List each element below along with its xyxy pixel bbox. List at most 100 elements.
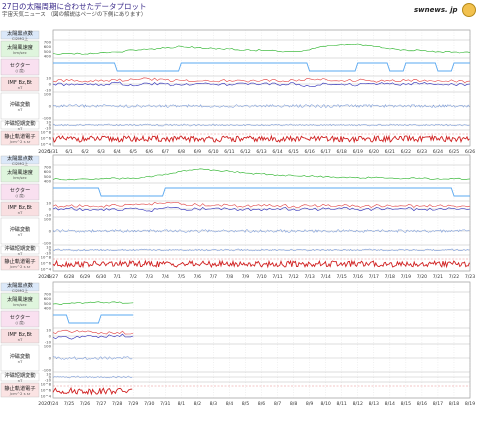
row-sublabel-sector: (/ 度) xyxy=(15,68,25,73)
row-sublabel-sector: (/ 度) xyxy=(15,193,25,198)
series-line-electron xyxy=(52,259,470,269)
x-tick-label: 7/3 xyxy=(146,274,153,280)
year-label: 2020 xyxy=(38,274,50,280)
x-tick-label: 8/16 xyxy=(417,401,427,407)
y-tick-electron: 10^4 xyxy=(41,394,52,399)
y-tick-wind: 400 xyxy=(44,306,52,311)
x-tick-label: 8/3 xyxy=(210,401,217,407)
x-tick-label: 7/8 xyxy=(226,274,233,280)
x-tick-label: 8/13 xyxy=(369,401,379,407)
x-tick-label: 7/5 xyxy=(178,274,185,280)
row-sublabel-wind: km/sec xyxy=(13,175,27,180)
y-tick-electron: 10^8 xyxy=(41,130,52,135)
x-tick-label: 6/7 xyxy=(162,149,169,155)
series-line-sector xyxy=(53,187,470,197)
y-tick-xray: 100 xyxy=(44,344,52,349)
row-sublabel-wind: km/sec xyxy=(13,302,27,307)
x-tick-label: 6/15 xyxy=(288,149,298,155)
y-tick-wind: 400 xyxy=(44,179,52,184)
x-tick-label: 6/1 xyxy=(65,149,72,155)
row-sublabel-electron: /cm^2 s sr xyxy=(10,264,31,269)
y-tick-wind: 400 xyxy=(44,54,52,59)
year-label: 2020 xyxy=(38,401,50,407)
series-line-imf_bt xyxy=(52,77,471,83)
x-tick-label: 6/9 xyxy=(194,149,201,155)
x-tick-label: 7/27 xyxy=(96,401,106,407)
x-tick-label: 7/17 xyxy=(369,274,379,280)
series-line-sector xyxy=(53,314,134,324)
x-tick-label: 8/18 xyxy=(449,401,459,407)
x-tick-label: 6/28 xyxy=(64,274,74,280)
y-tick-xray: 0 xyxy=(49,104,52,109)
series-line-electron xyxy=(52,134,470,144)
x-tick-label: 6/21 xyxy=(385,149,395,155)
x-tick-label: 8/11 xyxy=(337,401,347,407)
x-tick-label: 8/8 xyxy=(290,401,297,407)
x-tick-label: 8/5 xyxy=(242,401,249,407)
y-tick-electron: 10^4 xyxy=(41,267,52,272)
x-tick-label: 7/18 xyxy=(385,274,395,280)
x-tick-label: 7/2 xyxy=(129,274,136,280)
x-tick-label: 6/18 xyxy=(337,149,347,155)
x-tick-label: 6/3 xyxy=(97,149,104,155)
series-line-imf_bt xyxy=(52,329,134,335)
x-tick-label: 6/14 xyxy=(272,149,282,155)
x-tick-label: 8/7 xyxy=(274,401,281,407)
x-tick-label: 7/12 xyxy=(288,274,298,280)
y-tick-imf: 10 xyxy=(46,76,51,81)
y-tick-imf: 10 xyxy=(46,201,51,206)
x-tick-label: 7/23 xyxy=(465,274,475,280)
solar-rotation-chart: 太陽黒点数CI2MG上太陽風速度km/secセクター(/ 度)IMF Bz,Bt… xyxy=(0,29,475,407)
x-tick-label: 7/20 xyxy=(417,274,427,280)
x-tick-label: 6/25 xyxy=(449,149,459,155)
year-label: 2020 xyxy=(38,149,50,155)
x-tick-label: 6/2 xyxy=(81,149,88,155)
y-tick-imf: 10 xyxy=(46,328,51,333)
y-tick-xray: 100 xyxy=(44,92,52,97)
x-tick-label: 7/14 xyxy=(320,274,330,280)
x-tick-label: 8/19 xyxy=(465,401,475,407)
x-tick-label: 6/30 xyxy=(96,274,106,280)
x-tick-label: 6/4 xyxy=(113,149,120,155)
x-tick-label: 7/11 xyxy=(272,274,282,280)
row-sublabel-imf: nT xyxy=(18,210,23,215)
row-sublabel-xray2: nT xyxy=(18,126,23,131)
row-sublabel-electron: /cm^2 s sr xyxy=(10,391,31,396)
x-tick-label: 6/10 xyxy=(208,149,218,155)
x-tick-label: 7/28 xyxy=(112,401,122,407)
row-sublabel-xray: nT xyxy=(18,107,23,112)
x-tick-label: 7/15 xyxy=(337,274,347,280)
row-sublabel-wind: km/sec xyxy=(13,50,27,55)
x-tick-label: 7/29 xyxy=(128,401,138,407)
x-tick-label: 6/20 xyxy=(369,149,379,155)
y-tick-xray: 0 xyxy=(49,356,52,361)
x-tick-label: 8/15 xyxy=(401,401,411,407)
x-tick-label: 6/19 xyxy=(353,149,363,155)
x-tick-label: 8/1 xyxy=(178,401,185,407)
x-tick-label: 8/9 xyxy=(306,401,313,407)
x-tick-label: 8/12 xyxy=(353,401,363,407)
x-tick-label: 6/8 xyxy=(178,149,185,155)
row-sublabel-xray2: nT xyxy=(18,251,23,256)
series-line-sector xyxy=(53,62,470,72)
x-tick-label: 7/1 xyxy=(113,274,120,280)
y-tick-electron: 10^6 xyxy=(41,136,52,141)
x-tick-label: 8/14 xyxy=(385,401,395,407)
row-sublabel-sector: (/ 度) xyxy=(15,320,25,325)
x-tick-label: 7/19 xyxy=(401,274,411,280)
x-tick-label: 6/16 xyxy=(304,149,314,155)
y-tick-electron: 10^6 xyxy=(41,388,52,393)
x-tick-label: 6/22 xyxy=(401,149,411,155)
x-tick-label: 6/6 xyxy=(146,149,153,155)
series-line-wind_speed xyxy=(52,301,134,306)
row-sublabel-electron: /cm^2 s sr xyxy=(10,139,31,144)
row-sublabel-imf: nT xyxy=(18,85,23,90)
x-tick-label: 8/17 xyxy=(433,401,443,407)
x-tick-label: 6/23 xyxy=(417,149,427,155)
x-tick-label: 8/6 xyxy=(258,401,265,407)
row-sublabel-sunspots: CI2MG上 xyxy=(12,161,28,166)
series-line-imf_bz xyxy=(52,333,134,340)
x-tick-label: 8/2 xyxy=(194,401,201,407)
y-tick-electron: 10^8 xyxy=(41,382,52,387)
x-tick-label: 6/12 xyxy=(240,149,250,155)
